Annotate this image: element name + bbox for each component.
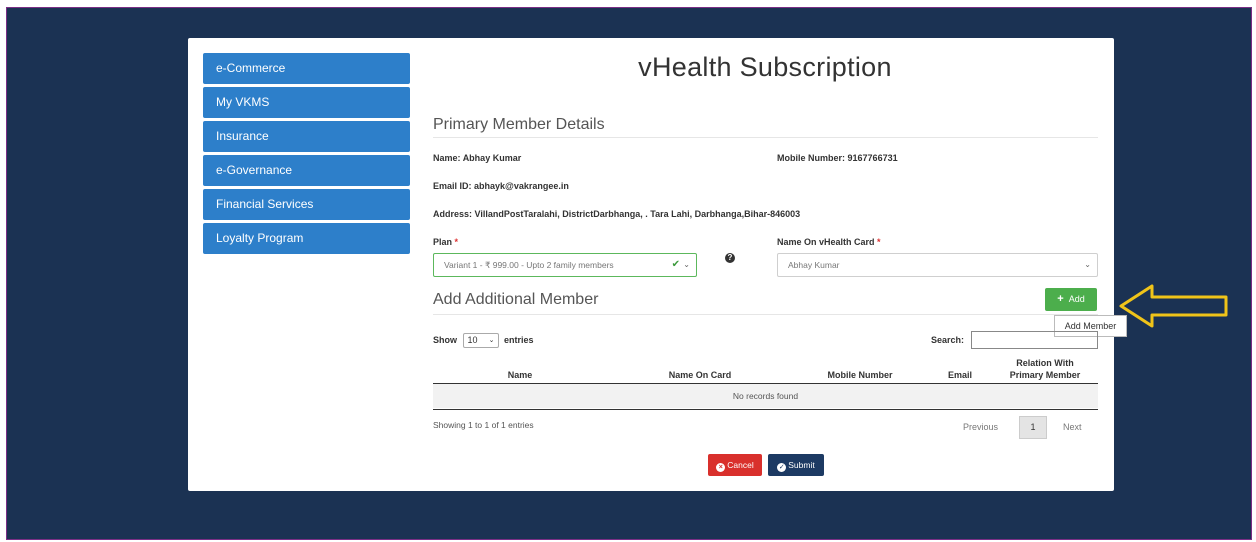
pagination-next[interactable]: Next [1063, 422, 1082, 432]
sidebar-item-my-vkms[interactable]: My VKMS [203, 87, 410, 118]
primary-member-heading: Primary Member Details [433, 116, 605, 133]
help-icon[interactable]: ? [725, 253, 735, 263]
entries-label: entries [504, 334, 534, 345]
relation-header-line2: Primary Member [1009, 370, 1081, 380]
relation-header-line1: Relation With [1016, 358, 1074, 368]
member-email: Email ID: abhayk@vakrangee.in [433, 181, 569, 191]
mobile-value: 9167766731 [847, 153, 898, 163]
sidebar-item-e-commerce[interactable]: e-Commerce [203, 53, 410, 84]
column-header-mobile-number[interactable]: Mobile Number [810, 370, 910, 380]
search-label: Search: [931, 335, 965, 345]
check-circle-icon: ✓ [777, 463, 787, 472]
plan-label: Plan * [433, 237, 458, 247]
add-button-label: Add [1068, 294, 1085, 304]
chevron-down-icon: ⌄ [1084, 260, 1091, 269]
table-info: Showing 1 to 1 of 1 entries [433, 420, 534, 430]
card-name-label: Name On vHealth Card * [777, 237, 881, 247]
page-size-select[interactable]: 10 ⌄ [462, 333, 499, 348]
table-empty-row: No records found [433, 384, 1098, 408]
name-label: Name: [433, 153, 461, 163]
page-size-value: 10 [467, 335, 478, 345]
email-label: Email ID: [433, 181, 472, 191]
column-header-email[interactable]: Email [940, 370, 980, 380]
column-header-relation[interactable]: Relation With Primary Member [995, 357, 1095, 381]
pagination-previous[interactable]: Previous [963, 422, 998, 432]
add-member-button[interactable]: + Add [1045, 288, 1097, 311]
sidebar-item-insurance[interactable]: Insurance [203, 121, 410, 152]
required-marker: * [454, 237, 459, 247]
chevron-down-icon: ⌄ [683, 260, 690, 269]
email-value: abhayk@vakrangee.in [474, 181, 569, 191]
page-title: vHealth Subscription [638, 52, 892, 82]
card-name-select[interactable]: Abhay Kumar ⌄ [777, 253, 1098, 277]
pagination-page[interactable]: 1 [1019, 416, 1047, 439]
member-mobile: Mobile Number: 9167766731 [777, 153, 898, 163]
plus-icon: + [1057, 293, 1064, 305]
column-header-name[interactable]: Name [490, 370, 550, 380]
divider [433, 314, 1098, 315]
submit-label: Submit [788, 460, 815, 470]
cancel-button[interactable]: × Cancel [708, 454, 762, 476]
close-circle-icon: × [716, 463, 726, 472]
plan-select[interactable]: Variant 1 - ₹ 999.00 - Upto 2 family mem… [433, 253, 697, 277]
plan-label-text: Plan [433, 237, 453, 247]
card-name-label-text: Name On vHealth Card [777, 237, 875, 247]
sidebar-item-e-governance[interactable]: e-Governance [203, 155, 410, 186]
column-header-name-on-card[interactable]: Name On Card [650, 370, 750, 380]
name-value: Abhay Kumar [462, 153, 522, 163]
sidebar-menu: e-Commerce My VKMS Insurance e-Governanc… [203, 53, 410, 257]
search-input[interactable] [971, 331, 1098, 349]
page-size-control: Show 10 ⌄ entries [433, 333, 534, 348]
sidebar-item-loyalty-program[interactable]: Loyalty Program [203, 223, 410, 254]
card-name-selected-value: Abhay Kumar [788, 260, 840, 270]
member-address: Address: VillandPostTaralahi, DistrictDa… [433, 209, 800, 219]
table-footer-divider [433, 409, 1098, 410]
address-value: VillandPostTaralahi, DistrictDarbhanga, … [474, 209, 801, 219]
sidebar-item-financial-services[interactable]: Financial Services [203, 189, 410, 220]
address-label: Address: [433, 209, 473, 219]
cancel-label: Cancel [727, 460, 754, 470]
chevron-down-icon: ⌄ [488, 337, 495, 344]
submit-button[interactable]: ✓ Submit [768, 454, 824, 476]
member-name: Name: Abhay Kumar [433, 153, 521, 163]
arrow-left-icon [1119, 284, 1228, 328]
checkmark-icon: ✔ [671, 259, 680, 270]
divider [433, 137, 1098, 138]
required-marker: * [877, 237, 881, 247]
show-label: Show [433, 334, 457, 345]
mobile-label: Mobile Number: [777, 153, 846, 163]
plan-selected-value: Variant 1 - ₹ 999.00 - Upto 2 family mem… [444, 260, 614, 270]
additional-member-heading: Add Additional Member [433, 291, 599, 308]
